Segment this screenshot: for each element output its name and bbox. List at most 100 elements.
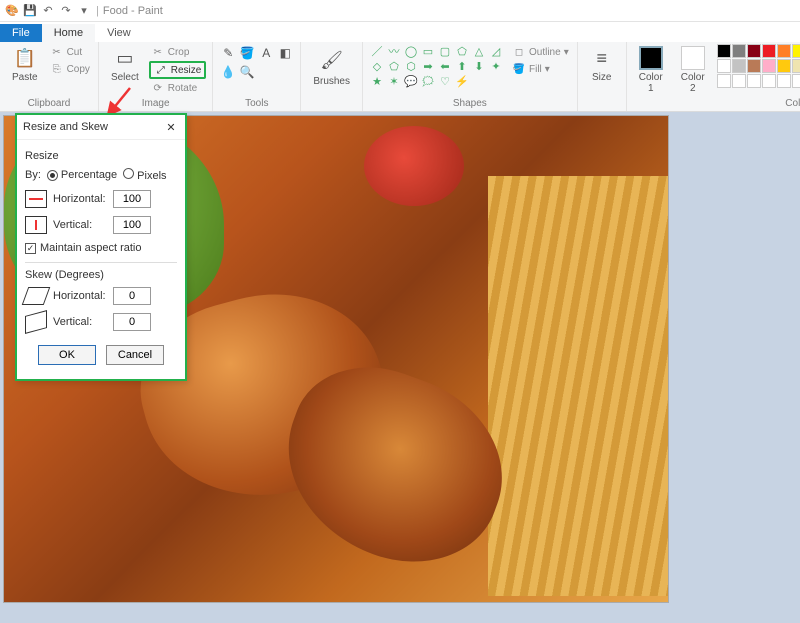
eraser-tool[interactable]: ◧ bbox=[276, 44, 294, 62]
shape-heart-icon[interactable]: ♡ bbox=[437, 74, 453, 88]
shape-star5-icon[interactable]: ★ bbox=[369, 74, 385, 88]
outline-icon: ◻ bbox=[512, 45, 526, 59]
palette-swatch[interactable] bbox=[732, 44, 746, 58]
palette-swatch[interactable] bbox=[777, 59, 791, 73]
palette-swatch[interactable] bbox=[717, 74, 731, 88]
ok-button[interactable]: OK bbox=[38, 345, 96, 365]
maintain-aspect-checkbox[interactable]: ✓Maintain aspect ratio bbox=[25, 242, 142, 254]
palette-swatch[interactable] bbox=[747, 44, 761, 58]
cut-icon: ✂ bbox=[50, 45, 64, 59]
palette-swatch[interactable] bbox=[762, 44, 776, 58]
palette-swatch[interactable] bbox=[792, 74, 800, 88]
palette-swatch[interactable] bbox=[762, 59, 776, 73]
brushes-button[interactable]: 🖌 Brushes bbox=[307, 44, 356, 89]
group-clipboard: 📋 Paste ✂Cut ⎘Copy Clipboard bbox=[0, 42, 99, 111]
cut-button[interactable]: ✂Cut bbox=[48, 44, 92, 60]
redo-icon[interactable]: ↷ bbox=[58, 3, 74, 19]
shape-arrowd-icon[interactable]: ⬇ bbox=[471, 59, 487, 73]
palette-swatch[interactable] bbox=[747, 59, 761, 73]
shape-triangle-icon[interactable]: △ bbox=[471, 44, 487, 58]
picker-tool[interactable]: 💧 bbox=[219, 63, 237, 81]
shape-arrowu-icon[interactable]: ⬆ bbox=[454, 59, 470, 73]
shapes-gallery[interactable]: ／ 〰 ◯ ▭ ▢ ⬠ △ ◿ ◇ ⬠ ⬡ ➡ ⬅ ⬆ ⬇ ✦ ★ ✶ 💬 🗯 bbox=[369, 44, 504, 88]
resize-horizontal-input[interactable] bbox=[113, 190, 151, 208]
radio-icon bbox=[47, 170, 58, 181]
palette-swatch[interactable] bbox=[777, 74, 791, 88]
skew-horizontal-label: Horizontal: bbox=[53, 290, 107, 302]
resize-horizontal-label: Horizontal: bbox=[53, 193, 107, 205]
tab-home[interactable]: Home bbox=[42, 24, 95, 42]
palette-swatch[interactable] bbox=[747, 74, 761, 88]
shape-hexagon-icon[interactable]: ⬡ bbox=[403, 59, 419, 73]
shape-oval-icon[interactable]: ◯ bbox=[403, 44, 419, 58]
shape-star6-icon[interactable]: ✶ bbox=[386, 74, 402, 88]
color1-button[interactable]: Color 1 bbox=[633, 44, 669, 96]
shape-lightning-icon[interactable]: ⚡ bbox=[454, 74, 470, 88]
shape-pentagon-icon[interactable]: ⬠ bbox=[386, 59, 402, 73]
crop-label: Crop bbox=[168, 47, 190, 58]
rotate-button[interactable]: ⟳Rotate bbox=[149, 80, 207, 96]
crop-button[interactable]: ✂Crop bbox=[149, 44, 207, 60]
palette-swatch[interactable] bbox=[792, 59, 800, 73]
color2-label: Color 2 bbox=[681, 72, 705, 94]
copy-label: Copy bbox=[67, 64, 90, 75]
undo-icon[interactable]: ↶ bbox=[40, 3, 56, 19]
color2-button[interactable]: Color 2 bbox=[675, 44, 711, 96]
group-label-shapes: Shapes bbox=[453, 96, 487, 109]
pencil-tool[interactable]: ✎ bbox=[219, 44, 237, 62]
cancel-button[interactable]: Cancel bbox=[106, 345, 164, 365]
shape-callout2-icon[interactable]: 🗯 bbox=[420, 74, 436, 88]
palette-swatch[interactable] bbox=[732, 74, 746, 88]
save-icon[interactable]: 💾 bbox=[22, 3, 38, 19]
shape-line-icon[interactable]: ／ bbox=[369, 44, 385, 58]
shape-roundrect-icon[interactable]: ▢ bbox=[437, 44, 453, 58]
resize-vertical-input[interactable] bbox=[113, 216, 151, 234]
qat-dropdown-icon[interactable]: ▾ bbox=[76, 3, 92, 19]
dialog-titlebar[interactable]: Resize and Skew ✕ bbox=[17, 115, 185, 140]
tab-view[interactable]: View bbox=[95, 24, 143, 42]
resize-button[interactable]: ⤢Resize bbox=[149, 61, 207, 79]
skew-horizontal-input[interactable] bbox=[113, 287, 151, 305]
pixels-label: Pixels bbox=[137, 170, 166, 182]
select-label: Select bbox=[111, 72, 139, 83]
shape-polygon-icon[interactable]: ⬠ bbox=[454, 44, 470, 58]
tab-file[interactable]: File bbox=[0, 24, 42, 42]
shape-fill-button[interactable]: 🪣Fill▾ bbox=[510, 61, 571, 77]
dialog-title: Resize and Skew bbox=[23, 121, 108, 133]
zoom-tool[interactable]: 🔍 bbox=[238, 63, 256, 81]
radio-pixels[interactable]: Pixels bbox=[123, 168, 166, 182]
shape-diamond-icon[interactable]: ◇ bbox=[369, 59, 385, 73]
select-button[interactable]: ▭ Select bbox=[105, 44, 145, 96]
shape-star4-icon[interactable]: ✦ bbox=[488, 59, 504, 73]
radio-percentage[interactable]: Percentage bbox=[47, 169, 117, 181]
shape-curve-icon[interactable]: 〰 bbox=[386, 44, 402, 58]
app-icon: 🎨 bbox=[4, 3, 20, 19]
size-label: Size bbox=[592, 72, 611, 83]
palette-swatch[interactable] bbox=[717, 59, 731, 73]
palette-swatch[interactable] bbox=[717, 44, 731, 58]
paste-button[interactable]: 📋 Paste bbox=[6, 44, 44, 85]
shape-rect-icon[interactable]: ▭ bbox=[420, 44, 436, 58]
text-tool[interactable]: A bbox=[257, 44, 275, 62]
resize-vertical-label: Vertical: bbox=[53, 219, 107, 231]
shape-arrowr-icon[interactable]: ➡ bbox=[420, 59, 436, 73]
group-label-colors: Colors bbox=[785, 96, 800, 109]
fill-tool[interactable]: 🪣 bbox=[238, 44, 256, 62]
group-label-clipboard: Clipboard bbox=[28, 96, 71, 109]
palette-swatch[interactable] bbox=[777, 44, 791, 58]
group-brushes: 🖌 Brushes bbox=[301, 42, 363, 111]
close-button[interactable]: ✕ bbox=[163, 119, 179, 135]
palette-swatch[interactable] bbox=[792, 44, 800, 58]
color1-swatch bbox=[639, 46, 663, 70]
cut-label: Cut bbox=[67, 47, 83, 58]
shape-arrowl-icon[interactable]: ⬅ bbox=[437, 59, 453, 73]
size-button[interactable]: ≡ Size bbox=[584, 44, 620, 85]
shape-rtriangle-icon[interactable]: ◿ bbox=[488, 44, 504, 58]
palette-swatch[interactable] bbox=[762, 74, 776, 88]
shape-outline-button[interactable]: ◻Outline▾ bbox=[510, 44, 571, 60]
document-title: Food - Paint bbox=[103, 5, 163, 17]
copy-button[interactable]: ⎘Copy bbox=[48, 61, 92, 77]
shape-callout1-icon[interactable]: 💬 bbox=[403, 74, 419, 88]
skew-vertical-input[interactable] bbox=[113, 313, 151, 331]
palette-swatch[interactable] bbox=[732, 59, 746, 73]
